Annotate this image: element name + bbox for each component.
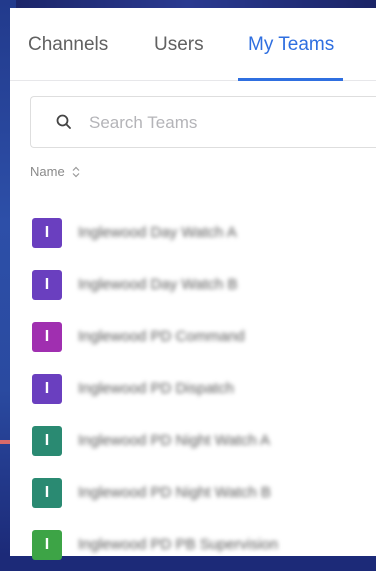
team-name: Inglewood Day Watch B [78,276,238,293]
team-row[interactable]: I Inglewood PD Command [10,311,376,363]
team-avatar: I [32,374,62,404]
name-column-label: Name [30,164,65,179]
team-avatar: I [32,426,62,456]
tab-users[interactable]: Users [154,34,204,56]
team-row[interactable]: I Inglewood Day Watch A [10,207,376,259]
name-column-header[interactable]: Name [30,164,80,179]
team-avatar: I [32,218,62,248]
team-row[interactable]: I Inglewood Day Watch B [10,259,376,311]
team-row[interactable]: I Inglewood PD Night Watch B [10,467,376,519]
team-row[interactable]: I Inglewood PD Dispatch [10,363,376,415]
team-avatar: I [32,322,62,352]
team-name: Inglewood PD Night Watch B [78,484,271,501]
team-avatar: I [32,478,62,508]
search-box [30,96,376,148]
team-name: Inglewood PD Dispatch [78,380,234,397]
search-icon [56,114,71,129]
tab-my-teams[interactable]: My Teams [248,34,334,56]
team-name: Inglewood PD PB Supervision [78,536,279,553]
tab-channels[interactable]: Channels [28,34,108,56]
team-row[interactable]: I Inglewood PD PB Supervision [10,519,376,571]
search-input[interactable] [87,109,371,137]
team-list: I Inglewood Day Watch A I Inglewood Day … [10,207,376,571]
sort-icon [72,166,80,178]
tab-bar: Channels Users My Teams [10,8,376,81]
teams-panel: Channels Users My Teams Name I Inglewood… [10,8,376,560]
team-name: Inglewood PD Night Watch A [78,432,271,449]
team-name: Inglewood Day Watch A [78,224,237,241]
team-avatar: I [32,270,62,300]
team-name: Inglewood PD Command [78,328,245,345]
active-tab-indicator [238,78,343,81]
team-row[interactable]: I Inglewood PD Night Watch A [10,415,376,467]
